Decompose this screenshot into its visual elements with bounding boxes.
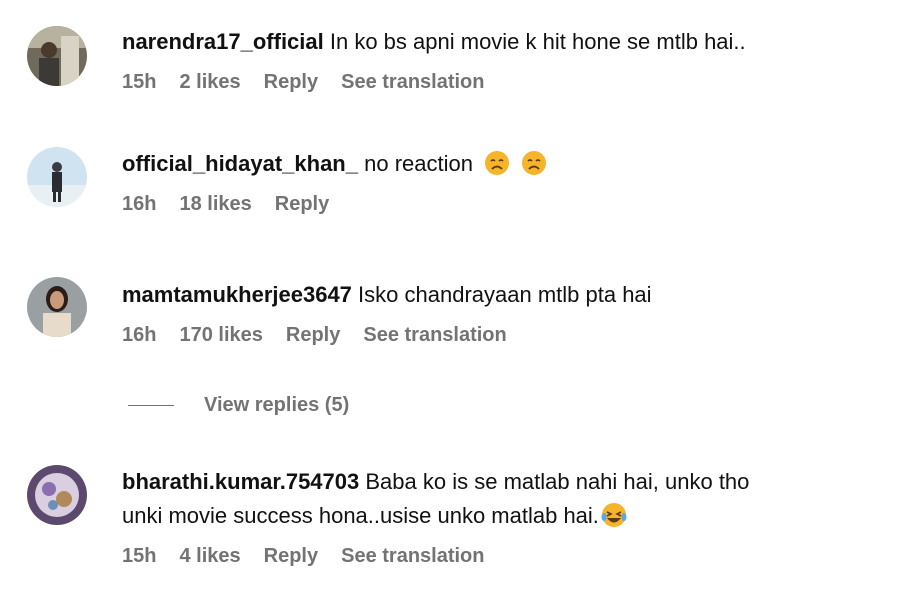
avatar[interactable] bbox=[27, 147, 87, 207]
comment-likes[interactable]: 2 likes bbox=[179, 71, 240, 94]
comment-likes[interactable]: 18 likes bbox=[179, 193, 251, 216]
comment-time: 16h bbox=[122, 324, 157, 346]
comment-text: official_hidayat_khan_ no reaction bbox=[122, 147, 881, 181]
comment-username[interactable]: bharathi.kumar.754703 bbox=[122, 469, 359, 494]
comment-time: 16h bbox=[122, 193, 157, 215]
comment-time: 15h bbox=[122, 545, 157, 567]
comment-likes[interactable]: 170 likes bbox=[179, 324, 262, 347]
comment-content: unki movie success hona..usise unko matl… bbox=[122, 503, 599, 528]
laughing-tears-emoji bbox=[601, 503, 627, 527]
avatar[interactable] bbox=[27, 277, 87, 337]
avatar-image bbox=[27, 277, 87, 337]
comment-content: Baba ko is se matlab nahi hai, unko tho bbox=[365, 469, 750, 494]
comment-content: In ko bs apni movie k hit hone se mtlb h… bbox=[329, 29, 746, 54]
avatar-image bbox=[27, 465, 87, 525]
weary-face-emoji bbox=[485, 151, 510, 175]
comment-text: mamtamukherjee3647 Isko chandrayaan mtlb… bbox=[122, 278, 881, 312]
see-translation-button[interactable]: See translation bbox=[341, 545, 484, 568]
reply-button[interactable]: Reply bbox=[264, 71, 318, 94]
avatar[interactable] bbox=[27, 465, 87, 525]
see-translation-button[interactable]: See translation bbox=[341, 71, 484, 94]
reply-button[interactable]: Reply bbox=[286, 324, 340, 347]
comment-content: no reaction bbox=[364, 151, 473, 176]
avatar-image bbox=[27, 147, 87, 207]
reply-button[interactable]: Reply bbox=[275, 193, 329, 216]
weary-face-emoji bbox=[522, 151, 547, 175]
comment-meta: 15h 2 likes Reply See translation bbox=[122, 71, 881, 94]
comment-username[interactable]: narendra17_official bbox=[122, 29, 324, 54]
avatar-image bbox=[27, 26, 87, 86]
comment-likes[interactable]: 4 likes bbox=[179, 545, 240, 568]
comment-text-continued: unki movie success hona..usise unko matl… bbox=[122, 499, 881, 533]
comment-time: 15h bbox=[122, 71, 157, 93]
comment-username[interactable]: mamtamukherjee3647 bbox=[122, 282, 352, 307]
view-replies-button[interactable]: View replies (5) bbox=[128, 394, 349, 417]
comment-content: Isko chandrayaan mtlb pta hai bbox=[358, 282, 652, 307]
reply-button[interactable]: Reply bbox=[264, 545, 318, 568]
comment-meta: 16h 170 likes Reply See translation bbox=[122, 324, 881, 347]
comment-meta: 16h 18 likes Reply bbox=[122, 193, 881, 216]
comment-text: narendra17_official In ko bs apni movie … bbox=[122, 25, 881, 59]
comment-text: bharathi.kumar.754703 Baba ko is se matl… bbox=[122, 465, 881, 499]
see-translation-button[interactable]: See translation bbox=[363, 324, 506, 347]
comment-meta: 15h 4 likes Reply See translation bbox=[122, 545, 881, 568]
avatar[interactable] bbox=[27, 26, 87, 86]
replies-divider-line bbox=[128, 405, 174, 406]
view-replies-label: View replies (5) bbox=[204, 394, 350, 416]
comment-username[interactable]: official_hidayat_khan_ bbox=[122, 151, 358, 176]
